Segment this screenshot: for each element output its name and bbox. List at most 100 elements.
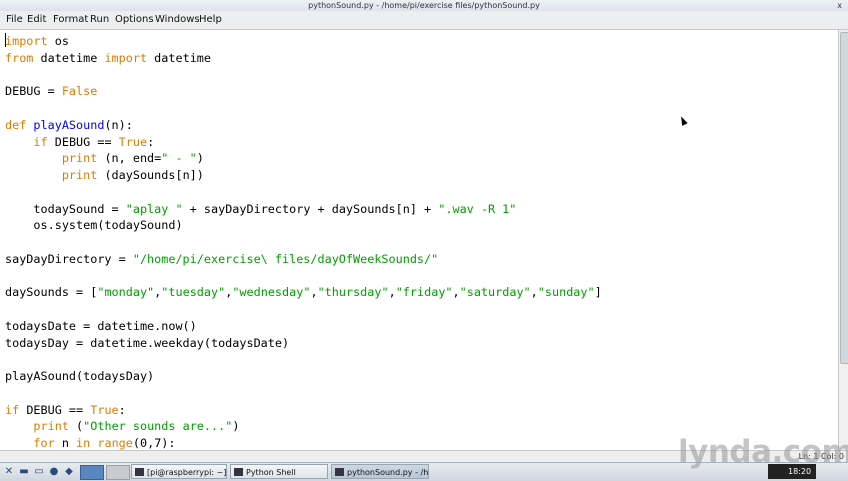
taskbar-item-editor[interactable]: pythonSound.py - /hom... bbox=[331, 464, 429, 479]
vertical-scrollbar[interactable] bbox=[838, 30, 848, 450]
code-line[interactable]: import os bbox=[5, 33, 602, 50]
menu-format[interactable]: Format bbox=[53, 11, 88, 29]
code-token: (daySounds[n]) bbox=[97, 168, 204, 182]
code-token: in bbox=[76, 436, 91, 450]
desktop-pager-1[interactable] bbox=[80, 465, 104, 480]
watermark: lynda.com bbox=[678, 434, 848, 470]
code-token: if bbox=[33, 134, 48, 149]
code-token: "aplay " bbox=[125, 201, 183, 216]
code-editor[interactable]: import os from datetime import datetime D… bbox=[0, 30, 838, 450]
menu-edit[interactable]: Edit bbox=[27, 11, 46, 29]
code-token: ) bbox=[232, 419, 240, 434]
window-title: pythonSound.py - /home/pi/exercise files… bbox=[308, 1, 540, 10]
file-manager-icon[interactable]: ▬ bbox=[18, 466, 30, 478]
menu-run[interactable]: Run bbox=[90, 11, 109, 29]
code-token: for bbox=[33, 436, 55, 450]
code-line[interactable]: DEBUG = False bbox=[5, 83, 602, 100]
code-line[interactable]: def playASound(n): bbox=[5, 117, 602, 134]
code-token: , bbox=[452, 285, 460, 300]
code-line[interactable]: for n in range(0,7): bbox=[5, 435, 602, 450]
code-token: + sayDayDirectory + daySounds[n] + bbox=[182, 201, 439, 216]
code-line[interactable]: todaysDay = datetime.weekday(todaysDate) bbox=[5, 335, 602, 352]
code-line[interactable] bbox=[5, 234, 602, 251]
code-line[interactable]: playASound(todaysDay) bbox=[5, 368, 602, 385]
code-token: : bbox=[147, 134, 155, 149]
menu-bar: File Edit Format Run Options Windows Hel… bbox=[0, 11, 848, 30]
code-line[interactable]: if DEBUG == True: bbox=[5, 402, 602, 419]
code-token: , bbox=[388, 285, 396, 300]
code-token: "tuesday" bbox=[161, 285, 226, 300]
code-token: DEBUG == bbox=[47, 134, 119, 149]
code-token: from bbox=[5, 50, 34, 65]
code-token: , bbox=[530, 285, 538, 300]
terminal-window-icon bbox=[135, 468, 144, 476]
code-token: os bbox=[47, 34, 69, 48]
scrollbar-thumb[interactable] bbox=[840, 32, 848, 364]
taskbar-item-label: Python Shell bbox=[246, 468, 296, 477]
code-token: ) bbox=[196, 151, 204, 166]
code-line[interactable] bbox=[5, 351, 602, 368]
browser-icon[interactable]: ● bbox=[48, 466, 60, 478]
code-token: ".wav -R 1" bbox=[438, 201, 517, 216]
code-token: playASound bbox=[33, 117, 105, 132]
code-line[interactable] bbox=[5, 268, 602, 285]
code-token: print bbox=[33, 419, 69, 434]
close-button[interactable]: x bbox=[837, 0, 842, 11]
code-line[interactable]: todaySound = "aplay " + sayDayDirectory … bbox=[5, 201, 602, 218]
files-icon[interactable]: ◆ bbox=[63, 466, 75, 478]
code-token: datetime bbox=[33, 50, 105, 65]
code-token: if bbox=[5, 402, 20, 417]
code-token: "Other sounds are..." bbox=[83, 419, 233, 434]
code-token: n bbox=[54, 436, 77, 450]
code-line[interactable]: daySounds = ["monday","tuesday","wednesd… bbox=[5, 284, 602, 301]
code-line[interactable] bbox=[5, 67, 602, 84]
code-line[interactable]: print ("Other sounds are...") bbox=[5, 418, 602, 435]
code-token: daySounds = [ bbox=[5, 285, 98, 300]
code-line[interactable]: from datetime import datetime bbox=[5, 50, 602, 67]
code-line[interactable] bbox=[5, 301, 602, 318]
menu-help[interactable]: Help bbox=[199, 11, 222, 29]
code-line[interactable]: sayDayDirectory = "/home/pi/exercise\ fi… bbox=[5, 251, 602, 268]
code-token: print bbox=[61, 168, 98, 182]
code-token: datetime bbox=[147, 50, 211, 65]
code-line[interactable] bbox=[5, 100, 602, 117]
code-token: DEBUG = bbox=[5, 84, 62, 99]
code-token: todaysDay = datetime.weekday(todaysDate) bbox=[5, 335, 290, 350]
code-line[interactable]: todaysDate = datetime.now() bbox=[5, 318, 602, 335]
code-line[interactable]: print (daySounds[n]) bbox=[5, 167, 602, 184]
code-token: def bbox=[5, 117, 27, 132]
code-token: "wednesday" bbox=[232, 285, 311, 300]
code-token: "sunday" bbox=[537, 285, 595, 300]
code-token: range bbox=[97, 436, 133, 450]
code-token: (n, end= bbox=[97, 151, 162, 166]
code-token: ( bbox=[68, 419, 84, 434]
menu-file[interactable]: File bbox=[6, 11, 23, 29]
taskbar-item-terminal[interactable]: [pi@raspberrypi: ~] bbox=[131, 464, 227, 479]
desktop-pager-2[interactable] bbox=[106, 465, 130, 480]
code-token: (n): bbox=[104, 117, 133, 132]
code-line[interactable]: print (n, end=" - ") bbox=[5, 150, 602, 167]
taskbar-item-python-shell[interactable]: Python Shell bbox=[230, 464, 328, 479]
code-text[interactable]: import os from datetime import datetime D… bbox=[5, 33, 602, 450]
menu-options[interactable]: Options bbox=[115, 11, 154, 29]
start-menu-icon[interactable]: ✕ bbox=[3, 466, 15, 478]
code-token: print bbox=[61, 151, 98, 166]
code-token: True bbox=[90, 402, 119, 417]
menu-windows[interactable]: Windows bbox=[155, 11, 200, 29]
code-token: False bbox=[61, 84, 98, 99]
taskbar-item-label: [pi@raspberrypi: ~] bbox=[147, 468, 227, 477]
code-token: "saturday" bbox=[459, 285, 531, 300]
taskbar-item-label: pythonSound.py - /hom... bbox=[347, 468, 429, 477]
code-line[interactable]: os.system(todaySound) bbox=[5, 217, 602, 234]
code-line[interactable] bbox=[5, 184, 602, 201]
code-token: , bbox=[310, 285, 318, 300]
code-token: playASound(todaysDay) bbox=[5, 369, 155, 383]
code-line[interactable]: if DEBUG == True: bbox=[5, 134, 602, 151]
code-line[interactable] bbox=[5, 385, 602, 402]
code-token: ] bbox=[594, 285, 602, 300]
code-token: DEBUG == bbox=[19, 402, 91, 417]
terminal-icon[interactable]: ▭ bbox=[33, 466, 45, 478]
